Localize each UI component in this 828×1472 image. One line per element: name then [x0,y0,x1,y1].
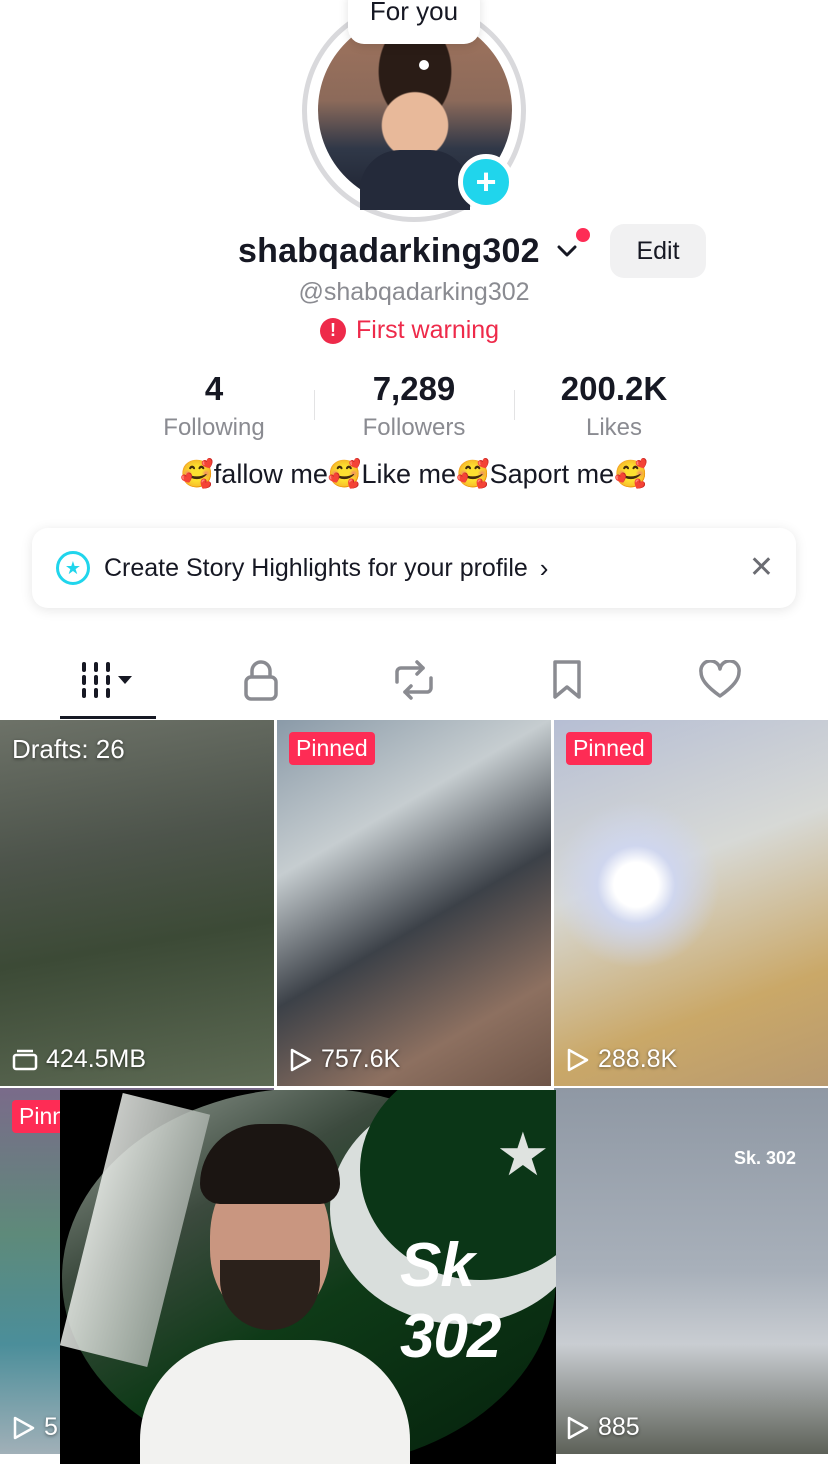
edit-profile-button[interactable]: Edit [610,224,706,278]
username[interactable]: shabqadarking302 [238,232,540,271]
tile-stat: 424.5MB [12,1045,146,1074]
story-highlights-banner[interactable]: ★ Create Story Highlights for your profi… [32,528,796,608]
stat-likes[interactable]: 200.2K Likes [514,370,714,442]
video-caption: Sk. 302 [733,1148,796,1168]
play-icon [567,1048,589,1071]
stat-following[interactable]: 4 Following [114,370,314,442]
story-bubble-label: For you [369,0,459,26]
tab-videos[interactable] [60,640,156,720]
banner-text: Create Story Highlights for your profile [104,553,528,582]
avatar-detail [360,150,470,210]
chevron-down-icon[interactable] [556,240,578,262]
chevron-right-icon: › [539,552,549,583]
view-count: 288.8K [598,1045,678,1073]
draft-videos-tile[interactable]: Drafts: 26 424.5MB [0,720,274,1086]
active-tab-indicator [60,716,156,719]
tile-stat: 757.6K [289,1045,400,1074]
view-count: 5 [44,1413,58,1441]
stat-followers[interactable]: 7,289 Followers [314,370,514,442]
close-icon[interactable]: ✕ [749,550,774,585]
warning-link[interactable]: ! First warning [320,316,499,345]
logo-text: Sk 302 [400,1231,501,1371]
stat-value: 4 [204,370,224,407]
video-tile[interactable]: Pinned 757.6K [277,720,551,1086]
tile-stat: 288.8K [566,1045,677,1074]
pinned-badge: Pinned [566,732,652,765]
tab-liked[interactable] [672,640,768,720]
warning-text: First warning [356,316,500,344]
stat-label: Followers [362,414,466,441]
repost-icon [395,660,433,700]
drafts-size: 424.5MB [46,1045,147,1073]
notification-dot [576,228,590,242]
heart-icon [699,660,741,698]
tab-private[interactable] [213,640,309,720]
bookmark-icon [553,660,581,699]
play-icon [290,1048,312,1071]
drafts-icon [12,1049,38,1070]
view-count: 885 [598,1413,640,1441]
bio: 🥰fallow me🥰Like me🥰Saport me🥰 [180,459,648,489]
video-tile[interactable]: Sk. 302 885 [554,1088,828,1454]
story-bubble[interactable]: For you [348,0,480,44]
stat-value: 7,289 [372,370,456,407]
tab-reposts[interactable] [366,640,462,720]
play-icon [567,1416,589,1439]
play-icon [13,1416,35,1439]
pinned-badge: Pinned [289,732,375,765]
tile-stat: 5 [12,1413,58,1442]
handle: @shabqadarking302 [298,278,530,306]
view-count: 757.6K [321,1045,401,1073]
bubble-pointer [419,60,429,70]
lock-icon [244,660,278,701]
stat-label: Following [163,414,265,441]
star-icon: ★ [56,551,90,585]
videos-grid-icon [82,662,132,698]
drafts-count: Drafts: 26 [12,734,125,764]
star-icon: ★ [496,1121,550,1188]
profile-tabs [0,640,828,720]
add-story-icon[interactable]: + [458,154,514,210]
stat-label: Likes [585,414,643,441]
tile-stat: 885 [566,1413,640,1442]
stat-value: 200.2K [560,370,668,407]
tab-saved[interactable] [519,640,615,720]
overlay-logo-image: ★ Sk 302 [60,1090,556,1464]
alert-icon: ! [320,317,346,344]
video-tile[interactable]: Pinned 288.8K [554,720,828,1086]
